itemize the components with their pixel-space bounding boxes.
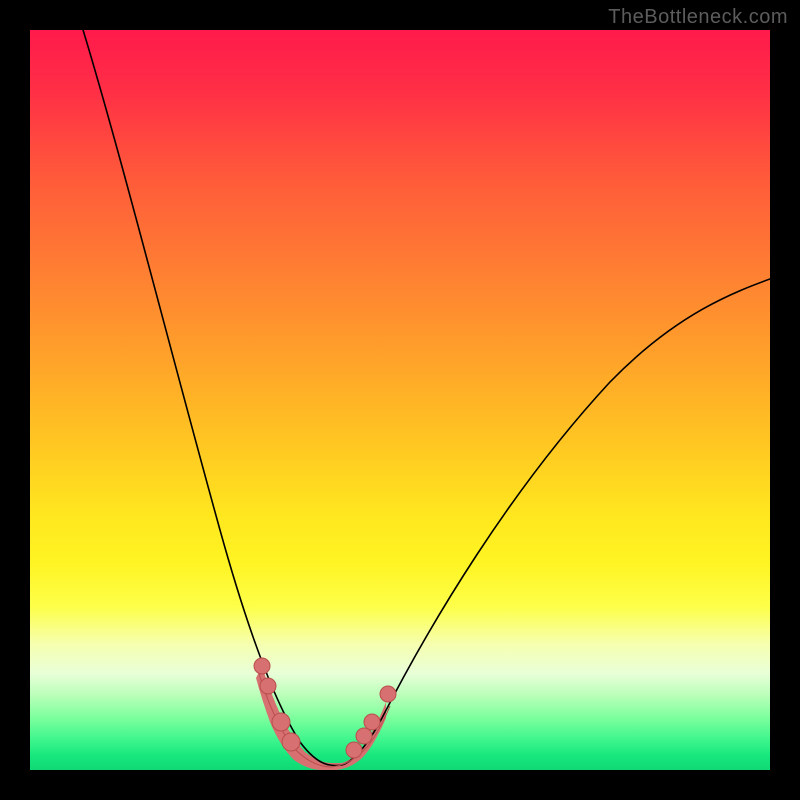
left-curve (80, 30, 330, 765)
dot-right-3 (364, 714, 380, 730)
dot-left-1 (254, 658, 270, 674)
dot-left-2 (260, 678, 276, 694)
plot-area (30, 30, 770, 770)
dot-right-1 (346, 742, 362, 758)
dot-right-4 (380, 686, 396, 702)
dot-left-4 (282, 733, 300, 751)
dot-left-3 (272, 713, 290, 731)
right-curve (342, 276, 770, 765)
chart-svg (30, 30, 770, 770)
chart-frame: TheBottleneck.com (0, 0, 800, 800)
dot-right-2 (356, 728, 372, 744)
watermark-text: TheBottleneck.com (608, 6, 788, 29)
